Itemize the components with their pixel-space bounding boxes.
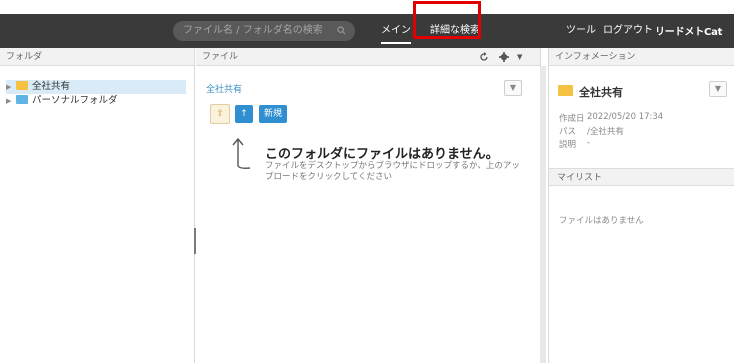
tree-item-personal[interactable]: ▶ パーソナルフォルダ <box>6 94 118 108</box>
expand-arrow-icon[interactable]: ▶ <box>6 80 16 94</box>
mylist-header: マイリスト <box>549 168 734 186</box>
created-value: 2022/05/20 17:34 <box>587 112 664 122</box>
folder-icon <box>558 85 573 96</box>
search-placeholder: ファイル名 / フォルダ名の検索 <box>183 25 323 36</box>
info-panel-header: インフォメーション <box>549 48 734 66</box>
empty-state-title: このフォルダにファイルはありません。 <box>265 147 499 162</box>
folder-icon <box>16 95 28 104</box>
folder-panel-header: フォルダ <box>0 48 194 66</box>
refresh-icon[interactable] <box>479 52 489 62</box>
highlight-box <box>413 1 481 39</box>
brand-logo: リードメトCat <box>655 27 723 38</box>
arrow-up-icon: ↑ <box>240 109 248 119</box>
info-created: 作成日 2022/05/20 17:34 <box>559 112 663 124</box>
path-label: パス <box>559 127 577 137</box>
folder-panel: フォルダ ▶ 全社共有 ▶ パーソナルフォルダ <box>0 48 195 363</box>
info-options-dropdown[interactable]: ▼ <box>709 81 727 97</box>
chevron-down-icon[interactable]: ▼ <box>517 48 522 66</box>
folder-upload-icon: ⇪ <box>216 109 224 119</box>
info-folder-name: 全社共有 <box>579 86 623 99</box>
description-label: 説明 <box>559 140 577 150</box>
upload-button[interactable]: ↑ <box>235 105 253 123</box>
info-panel: インフォメーション 全社共有 ▼ 作成日 2022/05/20 17:34 パス… <box>548 48 734 363</box>
breadcrumb[interactable]: 全社共有 <box>206 82 242 95</box>
search-icon[interactable] <box>337 26 346 35</box>
tree-item-company-shared[interactable]: ▶ 全社共有 <box>6 80 186 94</box>
nav-logout[interactable]: ログアウト <box>603 14 653 48</box>
path-value: /全社共有 <box>587 127 624 137</box>
empty-state-description: ファイルをデスクトップからブラウザにドロップするか、上のアップロードをクリックし… <box>265 161 520 182</box>
expand-arrow-icon[interactable]: ▶ <box>6 94 16 108</box>
top-navigation-bar: ファイル名 / フォルダ名の検索 メイン 詳細な検索 ツール ログアウト リード… <box>0 14 734 48</box>
app-frame: ファイル名 / フォルダ名の検索 メイン 詳細な検索 ツール ログアウト リード… <box>0 0 734 363</box>
folder-icon <box>16 81 28 90</box>
created-label: 作成日 <box>559 114 585 124</box>
nav-main[interactable]: メイン <box>381 20 411 44</box>
tree-item-label: パーソナルフォルダ <box>32 95 118 106</box>
info-path: パス /全社共有 <box>559 125 624 137</box>
upload-folder-button[interactable]: ⇪ <box>210 104 230 124</box>
new-button[interactable]: 新規 <box>259 105 287 123</box>
tree-item-label: 全社共有 <box>32 81 71 92</box>
scrollbar[interactable] <box>540 66 546 363</box>
search-input[interactable]: ファイル名 / フォルダ名の検索 <box>173 21 355 41</box>
gear-icon[interactable] <box>499 52 509 62</box>
file-panel-title: ファイル <box>202 52 239 62</box>
nav-tools[interactable]: ツール <box>566 14 596 48</box>
mylist-empty-message: ファイルはありません <box>559 216 644 226</box>
curved-arrow-icon <box>232 137 251 169</box>
options-dropdown[interactable]: ▼ <box>504 80 522 96</box>
description-value: - <box>587 138 591 148</box>
info-panel-title: インフォメーション <box>555 52 636 62</box>
file-panel-header: ファイル ▼ <box>196 48 540 66</box>
file-panel: ファイル ▼ 全社共有 ▼ ⇪ ↑ 新規 このフォルダにファイルはありません。 … <box>196 48 541 363</box>
folder-panel-title: フォルダ <box>6 52 43 62</box>
info-description: 説明 - <box>559 138 590 150</box>
mylist-title: マイリスト <box>557 173 603 183</box>
